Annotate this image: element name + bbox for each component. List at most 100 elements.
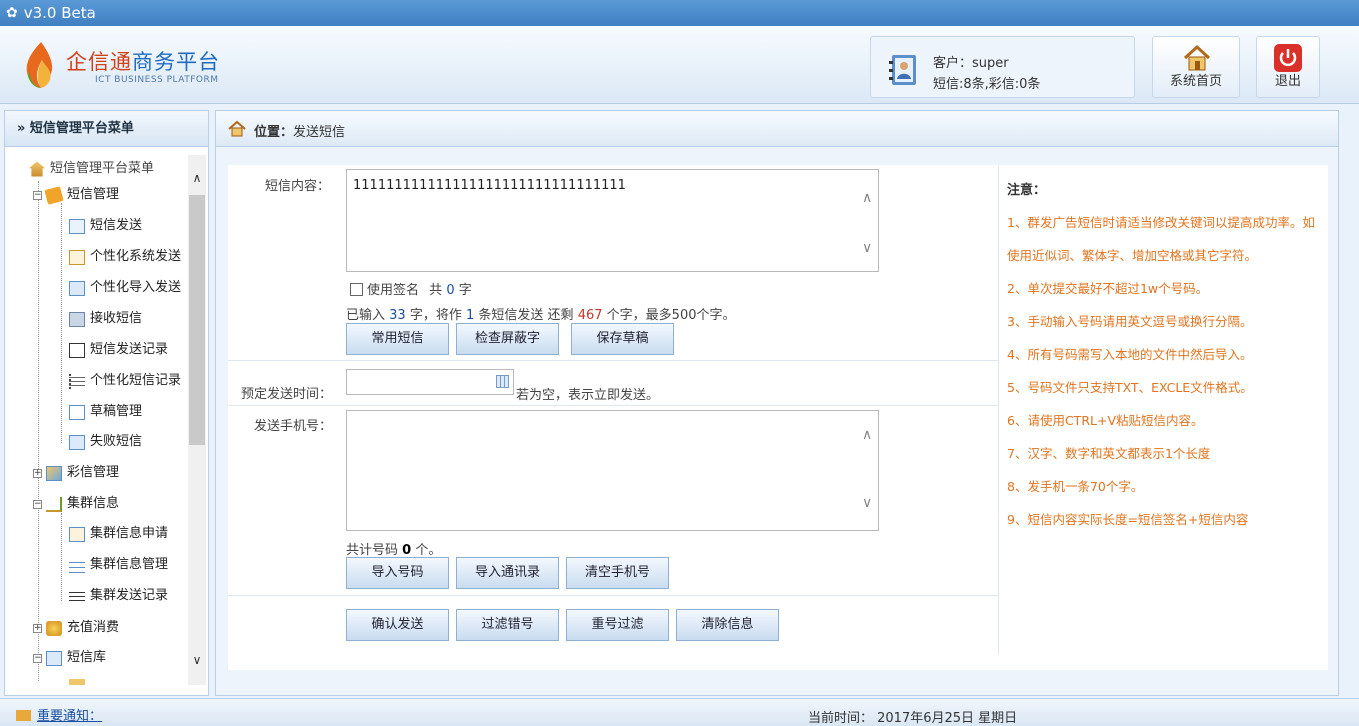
- customer-name: 客户：super: [933, 56, 1009, 71]
- window-title: v3.0 Beta: [23, 4, 96, 22]
- sidebar-scrollbar[interactable]: ∧ ∨: [188, 155, 206, 685]
- msg-count: 1: [466, 308, 475, 323]
- title-bar: ✿ v3.0 Beta: [0, 0, 1359, 26]
- sidebar-item-personal-system-send[interactable]: 个性化系统发送: [69, 246, 181, 268]
- cluster-icon: [46, 496, 62, 512]
- sidebar-item-sms-library[interactable]: − 短信库: [33, 647, 106, 669]
- sidebar-item-receive-sms[interactable]: 接收短信: [69, 308, 142, 330]
- sidebar-item-cluster-apply[interactable]: 集群信息申请: [69, 523, 168, 545]
- expand-icon: +: [33, 622, 42, 633]
- sidebar-item-cluster-record[interactable]: 集群发送记录: [69, 585, 168, 607]
- note-line: 2、单次提交最好不超过1w个号码。: [1007, 281, 1209, 296]
- content-label: 短信内容：: [264, 179, 330, 194]
- edit-icon: [69, 249, 85, 265]
- save-draft-button[interactable]: 保存草稿: [571, 323, 674, 355]
- phone-count: 0: [402, 543, 412, 558]
- header: 企信通商务平台 ICT BUSINESS PLATFORM 客户：super 短…: [0, 26, 1359, 104]
- exit-button[interactable]: 退出: [1256, 36, 1320, 98]
- manage-icon: [69, 557, 85, 573]
- phone-count-info: 共计号码 0 个。: [346, 543, 442, 558]
- scroll-down-icon[interactable]: ∨: [188, 649, 206, 671]
- sidebar-item-failed-sms[interactable]: 失败短信: [69, 431, 142, 453]
- tree-line: [61, 203, 62, 443]
- sidebar-item-sms-manage[interactable]: − 短信管理: [33, 184, 119, 206]
- sms-content-input[interactable]: 111111111111111111111111111111111 ∧ ∨: [346, 169, 879, 272]
- main-panel: 位置：发送短信 短信内容： 11111111111111111111111111…: [215, 110, 1339, 696]
- logo-flame-icon: [26, 42, 53, 88]
- inbox-icon: [69, 311, 85, 327]
- sidebar-item-root[interactable]: 短信管理平台菜单: [29, 158, 154, 180]
- scroll-thumb[interactable]: [189, 195, 205, 445]
- list-icon: [69, 588, 85, 604]
- home-icon: [228, 120, 246, 137]
- power-icon: [1274, 44, 1302, 72]
- use-sign-row: 使用签名 共 0 字: [350, 279, 472, 298]
- breadcrumb-prefix: 位置：: [254, 125, 294, 140]
- filter-wrong-numbers-button[interactable]: 过滤错号: [456, 609, 559, 641]
- user-info-box: 客户：super 短信:8条,彩信:0条: [870, 36, 1135, 98]
- home-icon: [29, 161, 45, 177]
- confirm-send-button[interactable]: 确认发送: [346, 609, 449, 641]
- library-icon: [46, 650, 62, 666]
- sidebar-item-recharge[interactable]: + 充值消费: [33, 617, 119, 639]
- clear-info-button[interactable]: 清除信息: [676, 609, 779, 641]
- import-numbers-button[interactable]: 导入号码: [346, 557, 449, 589]
- apply-icon: [69, 526, 85, 542]
- sidebar-item-personal-import-send[interactable]: 个性化导入发送: [69, 277, 181, 299]
- contact-card-icon: [889, 55, 916, 85]
- char-count-info: 已输入 33 字，将作 1 条短信发送 还剩 467 个字，最多500个字。: [346, 308, 736, 323]
- import-icon: [69, 280, 85, 296]
- tree-line: [61, 513, 62, 601]
- list-icon: [69, 373, 85, 389]
- envelope-icon: [16, 710, 31, 721]
- import-contacts-button[interactable]: 导入通讯录: [456, 557, 559, 589]
- schedule-label: 预定发送时间：: [240, 387, 332, 402]
- footer: 重要通知： 当前时间： 2017年6月25日 星期日: [0, 698, 1359, 726]
- sidebar-item-sms-send[interactable]: 短信发送: [69, 215, 142, 237]
- use-sign-checkbox[interactable]: [350, 283, 363, 296]
- draft-icon: [69, 404, 85, 420]
- sidebar-item-cluster-manage[interactable]: 集群信息管理: [69, 554, 168, 576]
- calendar-icon[interactable]: [496, 375, 509, 388]
- clear-phone-button[interactable]: 清空手机号: [566, 557, 669, 589]
- sidebar-item-sms-record[interactable]: 短信发送记录: [69, 339, 168, 361]
- collapse-icon: −: [33, 652, 42, 663]
- scroll-up-icon[interactable]: ∧: [188, 167, 206, 189]
- notes-title: 注意：: [1007, 183, 1047, 198]
- important-notice-link[interactable]: 重要通知：: [16, 705, 102, 724]
- note-line: 使用近似词、繁体字、增加空格或其它字符。: [1007, 248, 1258, 263]
- phone-label: 发送手机号：: [253, 419, 332, 434]
- tree-line: [38, 181, 39, 681]
- home-button-label: 系统首页: [1169, 74, 1222, 89]
- divider: [228, 595, 998, 596]
- phone-scrollbar[interactable]: ∧ ∨: [860, 411, 878, 530]
- sidebar-item-drafts[interactable]: 草稿管理: [69, 401, 142, 423]
- divider: [228, 360, 998, 361]
- image-icon: [46, 465, 62, 481]
- check-blocked-words-button[interactable]: 检查屏蔽字: [456, 323, 559, 355]
- house-icon: [1183, 44, 1211, 71]
- sms-content-text: 111111111111111111111111111111111: [353, 178, 626, 193]
- message-balance: 短信:8条,彩信:0条: [933, 77, 1041, 92]
- sign-count: 0: [446, 283, 455, 298]
- sidebar-item-mms-manage[interactable]: + 彩信管理: [33, 462, 119, 484]
- note-line: 3、手动输入号码请用英文逗号或换行分隔。: [1007, 314, 1253, 329]
- home-button[interactable]: 系统首页: [1152, 36, 1240, 98]
- sidebar-header: » 短信管理平台菜单: [5, 111, 208, 147]
- sidebar-item-cluster-info[interactable]: − 集群信息: [33, 493, 119, 515]
- send-sms-form: 短信内容： 111111111111111111111111111111111 …: [228, 165, 1328, 670]
- sidebar-item-personal-record[interactable]: 个性化短信记录: [69, 370, 181, 392]
- schedule-time-input[interactable]: [346, 369, 514, 395]
- note-line: 4、所有号码需写入本地的文件中然后导入。: [1007, 347, 1253, 362]
- schedule-hint: 若为空，表示立即发送。: [516, 388, 660, 403]
- folder-icon: [44, 185, 64, 205]
- breadcrumb-current: 发送短信: [293, 125, 346, 140]
- common-sms-button[interactable]: 常用短信: [346, 323, 449, 355]
- filter-duplicates-button[interactable]: 重号过滤: [566, 609, 669, 641]
- money-icon: [46, 620, 62, 636]
- note-line: 8、发手机一条70个字。: [1007, 479, 1144, 494]
- content-scrollbar[interactable]: ∧ ∨: [860, 170, 878, 271]
- sidebar-item-partial: [69, 675, 90, 685]
- mail-icon: [69, 218, 85, 234]
- phone-numbers-input[interactable]: ∧ ∨: [346, 410, 879, 531]
